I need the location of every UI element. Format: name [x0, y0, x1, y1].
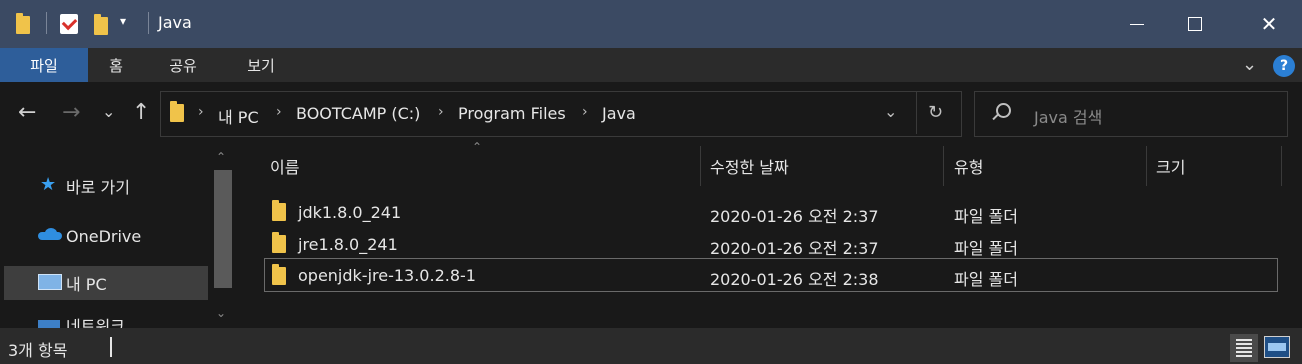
file-name[interactable]: jre1.8.0_241 — [298, 235, 398, 254]
window-title: Java — [158, 13, 192, 32]
item-count: 3개 항목 — [8, 341, 68, 360]
minimize-button[interactable] — [1108, 0, 1166, 48]
ribbon-expand-button[interactable]: ⌄ — [1242, 54, 1257, 75]
breadcrumb-separator-icon: › — [438, 104, 444, 120]
breadcrumb-separator-icon: › — [582, 104, 588, 120]
scroll-down-icon[interactable]: ⌄ — [216, 306, 226, 320]
close-icon: ✕ — [1260, 12, 1278, 36]
file-type: 파일 폴더 — [954, 239, 1018, 258]
breadcrumb-separator-icon: › — [276, 104, 282, 120]
column-header-size[interactable]: 크기 — [1156, 146, 1266, 186]
details-view-icon — [1236, 339, 1252, 357]
file-modified: 2020-01-26 오전 2:37 — [710, 239, 879, 258]
arrow-right-icon: → — [62, 100, 81, 125]
breadcrumb-this-pc[interactable]: 내 PC — [218, 104, 259, 128]
sidebar-item-quick-access[interactable]: 바로 가기 — [66, 170, 130, 202]
back-button[interactable]: ← — [18, 100, 36, 125]
details-view-button[interactable] — [1230, 334, 1258, 362]
scroll-up-icon[interactable]: ⌃ — [216, 150, 226, 164]
help-button[interactable]: ? — [1273, 55, 1295, 77]
sidebar-item-network[interactable]: 네트워크 — [66, 313, 125, 328]
arrow-left-icon: ← — [18, 100, 37, 125]
file-type: 파일 폴더 — [954, 270, 1018, 289]
divider — [916, 92, 917, 134]
large-icons-view-icon — [1268, 343, 1286, 351]
folder-icon — [272, 200, 286, 221]
refresh-button[interactable]: ↻ — [928, 102, 943, 123]
forward-button[interactable]: → — [62, 100, 80, 125]
search-placeholder[interactable]: Java 검색 — [1034, 104, 1102, 128]
tab-home[interactable]: 홈 — [96, 48, 136, 82]
sidebar-item-this-pc[interactable]: 내 PC — [66, 267, 107, 299]
column-header-name[interactable]: 이름 — [270, 146, 690, 186]
column-divider[interactable] — [1281, 146, 1282, 186]
minimize-icon — [1130, 23, 1144, 25]
divider — [46, 12, 47, 34]
title-bar — [0, 0, 1302, 48]
sidebar-item-onedrive[interactable]: OneDrive — [66, 220, 141, 252]
maximize-button[interactable] — [1166, 0, 1224, 48]
tab-view[interactable]: 보기 — [234, 48, 288, 82]
folder-icon — [272, 264, 286, 285]
folder-icon — [272, 232, 286, 253]
file-type: 파일 폴더 — [954, 207, 1018, 226]
computer-icon — [38, 274, 62, 290]
file-modified: 2020-01-26 오전 2:37 — [710, 207, 879, 226]
chevron-down-icon: ⌄ — [1242, 54, 1258, 75]
large-icons-view-button[interactable] — [1264, 336, 1290, 358]
help-icon: ? — [1279, 58, 1289, 74]
column-header-modified[interactable]: 수정한 날짜 — [710, 146, 930, 186]
up-button[interactable]: ↑ — [132, 100, 150, 125]
file-name[interactable]: jdk1.8.0_241 — [298, 203, 401, 222]
chevron-down-icon: ⌄ — [102, 102, 116, 121]
address-history-button[interactable]: ⌄ — [884, 102, 897, 121]
text-cursor — [110, 337, 112, 357]
search-box[interactable] — [974, 91, 1288, 137]
folder-icon — [16, 13, 30, 34]
search-icon — [996, 103, 1011, 118]
chevron-down-icon: ⌄ — [884, 102, 898, 121]
properties-icon[interactable] — [60, 14, 78, 34]
column-header-type[interactable]: 유형 — [954, 146, 1134, 186]
new-folder-icon[interactable] — [94, 14, 108, 35]
file-modified: 2020-01-26 오전 2:38 — [710, 270, 879, 289]
customize-toolbar-icon[interactable]: ▾ — [120, 14, 126, 28]
tab-file[interactable]: 파일 — [0, 48, 88, 82]
breadcrumb-program-files[interactable]: Program Files — [458, 104, 566, 123]
column-divider[interactable] — [943, 146, 944, 186]
recent-locations-button[interactable]: ⌄ — [102, 102, 115, 121]
folder-icon — [170, 101, 184, 122]
breadcrumb-separator-icon: › — [198, 104, 204, 120]
star-icon: ★ — [40, 174, 57, 195]
column-divider[interactable] — [1146, 146, 1147, 186]
close-button[interactable]: ✕ — [1240, 0, 1298, 48]
refresh-icon: ↻ — [928, 102, 944, 123]
divider — [148, 12, 149, 34]
status-bar — [0, 328, 1302, 364]
file-name[interactable]: openjdk-jre-13.0.2.8-1 — [298, 266, 476, 285]
breadcrumb-java[interactable]: Java — [602, 104, 636, 123]
maximize-icon — [1188, 17, 1202, 31]
scrollbar-thumb[interactable] — [214, 170, 232, 288]
tab-share[interactable]: 공유 — [156, 48, 210, 82]
column-divider[interactable] — [700, 146, 701, 186]
breadcrumb-drive[interactable]: BOOTCAMP (C:) — [296, 104, 420, 123]
cloud-icon — [38, 228, 62, 240]
arrow-up-icon: ↑ — [132, 100, 151, 125]
